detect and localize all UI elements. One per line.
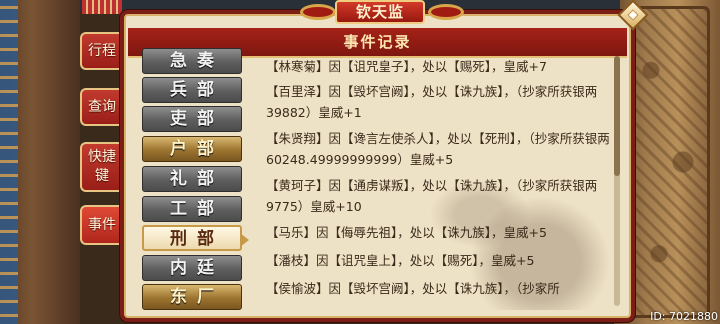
side-tab-label: 查询 <box>88 98 116 115</box>
side-tab-label: 快捷 键 <box>88 149 116 184</box>
dept-button-works[interactable]: 工部 <box>142 196 242 222</box>
user-id-label: ID: 7021880 <box>650 310 718 323</box>
dept-button-east-depot[interactable]: 东厂 <box>142 284 242 310</box>
side-tab-events[interactable]: 事件 <box>80 205 122 245</box>
cloud-ornament-left <box>300 4 336 20</box>
top-decoration-strip <box>82 0 122 14</box>
event-log-list[interactable]: 【林寒菊】因【诅咒皇子】，处以【赐死】，皇威+7 【百里泽】因【毁坏宫阙】，处以… <box>266 54 611 304</box>
event-entry: 【侯愉波】因【毁坏宫阙】，处以【诛九族】，（抄家所 <box>266 281 560 296</box>
event-entry: 【林寒菊】因【诅咒皇子】，处以【赐死】，皇威+7 <box>266 59 547 74</box>
event-entry: 【马乐】因【侮辱先祖】，处以【诛九族】，皇威+5 <box>266 225 547 240</box>
side-tab-label: 事件 <box>88 216 116 233</box>
side-tab-shortcut[interactable]: 快捷 键 <box>80 142 122 192</box>
dept-button-inner-court[interactable]: 内廷 <box>142 255 242 281</box>
background-pattern <box>0 0 18 324</box>
close-icon-center <box>627 9 639 21</box>
event-log-scroll-thumb[interactable] <box>614 56 620 176</box>
event-entry: 【潘枝】因【诅咒皇上】，处以【赐死】，皇威+5 <box>266 253 535 268</box>
event-entry: 【朱贤翔】因【谗言左使杀人】，处以【死刑】，（抄家所获银两60248.49999… <box>266 131 610 167</box>
event-entry: 【黄珂子】因【通虏谋叛】，处以【诛九族】，（抄家所获银两9775）皇威+10 <box>266 178 598 214</box>
dept-button-urgent[interactable]: 急奏 <box>142 48 242 74</box>
carved-panel-decoration <box>624 6 710 318</box>
side-tab-query[interactable]: 查询 <box>80 88 122 126</box>
dept-button-war[interactable]: 兵部 <box>142 77 242 103</box>
dept-button-personnel[interactable]: 吏部 <box>142 106 242 132</box>
dept-button-justice[interactable]: 刑部 <box>142 225 249 251</box>
side-tab-label: 行程 <box>88 42 116 59</box>
dept-button-revenue[interactable]: 户部 <box>142 136 242 162</box>
cloud-ornament-right <box>428 4 464 20</box>
side-tab-itinerary[interactable]: 行程 <box>80 32 122 70</box>
background-left-scene <box>0 0 80 324</box>
event-entry: 【百里泽】因【毁坏宫阙】，处以【诛九族】，（抄家所获银两39882）皇威+1 <box>266 84 598 120</box>
window-title: 钦天监 <box>335 0 425 24</box>
dept-button-rites[interactable]: 礼部 <box>142 166 242 192</box>
